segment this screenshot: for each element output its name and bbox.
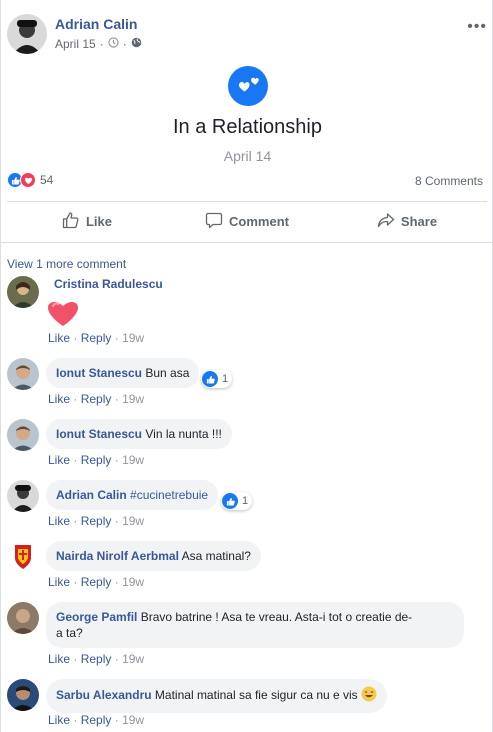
comment-bubble: George Pamfil Bravo batrine ! Asa te vre…: [46, 602, 464, 648]
comment-reply-link[interactable]: Reply: [81, 575, 112, 589]
heart-sticker-icon: [46, 298, 80, 331]
comment-like-link[interactable]: Like: [48, 514, 70, 528]
love-reaction-icon: [20, 172, 36, 188]
comment-footer: Like · Reply · 19w: [48, 514, 145, 528]
hearts-icon: [227, 66, 268, 106]
comment-text: Asa matinal?: [181, 549, 251, 563]
comment-bubble: Ionut Stanescu Vin la nunta !!!: [46, 419, 232, 449]
divider: [1, 242, 493, 243]
comment-reply-link[interactable]: Reply: [81, 713, 112, 727]
comment-reaction-badge[interactable]: 1: [201, 370, 233, 388]
commenter-name[interactable]: Nairda Nirolf Aerbmal: [56, 549, 179, 563]
commenter-avatar[interactable]: [7, 276, 39, 308]
reactions-summary[interactable]: 54: [7, 172, 53, 188]
comment-bubble: Ionut Stanescu Bun asa: [46, 358, 200, 388]
comment-like-link[interactable]: Like: [48, 392, 70, 406]
comment-footer: Like · Reply · 19w: [48, 575, 145, 589]
comments-count-link[interactable]: 8 Comments: [415, 174, 483, 188]
comment-reply-link[interactable]: Reply: [81, 514, 112, 528]
commenter-name[interactable]: Ionut Stanescu: [56, 366, 142, 380]
event-title: In a Relationship: [173, 116, 322, 138]
commenter-name[interactable]: George Pamfil: [56, 610, 137, 624]
comment-text-continued: a ta?: [56, 626, 83, 640]
grinning-emoji-icon: [361, 686, 377, 706]
share-button[interactable]: Share: [327, 202, 487, 240]
commenter-name[interactable]: Ionut Stanescu: [56, 427, 142, 441]
commenter-avatar[interactable]: [7, 541, 39, 573]
post-meta: April 15 · ·: [55, 37, 142, 51]
comment-reply-link[interactable]: Reply: [81, 453, 112, 467]
commenter-avatar[interactable]: [7, 602, 39, 634]
comment-time[interactable]: 19w: [122, 514, 144, 528]
post-date[interactable]: April 15: [55, 37, 96, 51]
share-label: Share: [400, 213, 438, 229]
share-arrow-icon: [377, 211, 395, 232]
like-reaction-icon: [222, 493, 238, 509]
comment-like-link[interactable]: Like: [48, 713, 70, 727]
comment-footer: Like · Reply · 19w: [48, 713, 145, 727]
comment-time[interactable]: 19w: [122, 652, 144, 666]
globe-icon[interactable]: [131, 37, 142, 51]
comment-like-link[interactable]: Like: [48, 453, 70, 467]
life-event: In a Relationship April 14: [1, 66, 493, 164]
comment-time[interactable]: 19w: [122, 453, 144, 467]
reaction-count: 54: [40, 173, 54, 187]
commenter-avatar[interactable]: [7, 358, 39, 390]
comment-reply-link[interactable]: Reply: [81, 331, 112, 345]
comment-like-link[interactable]: Like: [48, 575, 70, 589]
post-stats: 54 8 Comments: [7, 172, 483, 192]
comment-like-link[interactable]: Like: [48, 331, 70, 345]
comment-text: Bun asa: [145, 366, 190, 380]
comment-footer: Like · Reply · 19w: [48, 392, 145, 406]
comment-reaction-badge[interactable]: 1: [221, 492, 253, 510]
commenter-name[interactable]: Cristina Radulescu: [54, 277, 163, 291]
comment-hashtag[interactable]: #cucinetrebuie: [130, 488, 208, 502]
comment-label: Comment: [229, 213, 289, 229]
comment-bubble: Sarbu Alexandru Matinal matinal sa fie s…: [46, 679, 388, 713]
comment-bubble: Adrian Calin #cucinetrebuie: [46, 480, 219, 510]
comment-footer: Like · Reply · 19w: [48, 331, 145, 345]
view-more-comments-link[interactable]: View 1 more comment: [7, 257, 126, 271]
comment-text: Matinal matinal sa fie sigur ca nu e vis: [154, 688, 358, 702]
more-options-button[interactable]: •••: [467, 18, 487, 36]
commenter-avatar[interactable]: [7, 419, 39, 451]
comment-bubble-icon: [205, 211, 223, 232]
commenter-avatar[interactable]: [7, 679, 39, 711]
comment-time[interactable]: 19w: [122, 331, 144, 345]
comment-like-link[interactable]: Like: [48, 652, 70, 666]
like-reaction-icon: [202, 371, 218, 387]
post-card: Adrian Calin April 15 · · ••• In a Relat…: [0, 0, 493, 732]
author-avatar[interactable]: [7, 14, 47, 54]
clock-icon: [108, 37, 119, 51]
comment-text: Bravo batrine ! Asa te vreau. Asta-i tot…: [140, 610, 413, 624]
comment-footer: Like · Reply · 19w: [48, 652, 145, 666]
commenter-avatar[interactable]: [7, 480, 39, 512]
commenter-name[interactable]: Sarbu Alexandru: [56, 688, 152, 702]
comment-reply-link[interactable]: Reply: [81, 652, 112, 666]
post-header: Adrian Calin April 15 · · •••: [7, 14, 487, 56]
comment-button[interactable]: Comment: [167, 202, 327, 240]
comment-bubble: Nairda Nirolf Aerbmal Asa matinal?: [46, 541, 261, 571]
like-label: Like: [85, 213, 112, 229]
comment-reaction-count: 1: [222, 373, 229, 385]
event-date: April 14: [223, 148, 272, 164]
comment-reply-link[interactable]: Reply: [81, 392, 112, 406]
comment-bubble: Cristina Radulescu: [46, 276, 171, 292]
comment-time[interactable]: 19w: [122, 713, 144, 727]
like-button[interactable]: Like: [7, 202, 167, 240]
post-actions: Like Comment Share: [7, 202, 487, 240]
comment-reaction-count: 1: [242, 495, 249, 507]
comment-text: Vin la nunta !!!: [145, 427, 222, 441]
comment-time[interactable]: 19w: [122, 392, 144, 406]
comment-time[interactable]: 19w: [122, 575, 144, 589]
comment-footer: Like · Reply · 19w: [48, 453, 145, 467]
author-name[interactable]: Adrian Calin: [55, 16, 137, 32]
commenter-name[interactable]: Adrian Calin: [56, 488, 127, 502]
thumbs-up-icon: [62, 211, 80, 232]
